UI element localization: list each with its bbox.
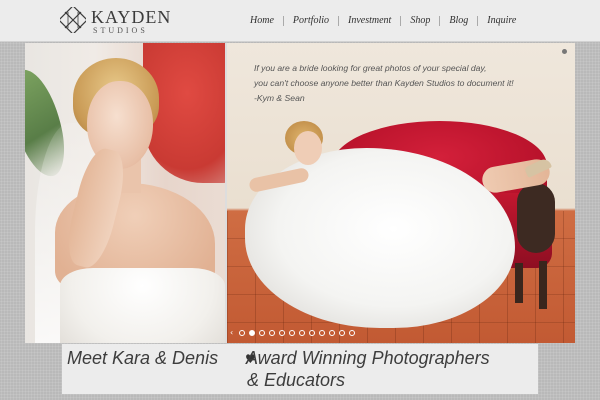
slider-dot[interactable]: [319, 330, 326, 336]
testimonial-quote: If you are a bride looking for great pho…: [254, 61, 575, 106]
bride-portrait-photo: [25, 43, 225, 343]
nav-portfolio[interactable]: Portfolio: [293, 14, 329, 28]
brand-logo[interactable]: KAYDEN STUDIOS: [60, 7, 172, 37]
hero-slider[interactable]: If you are a bride looking for great pho…: [25, 43, 575, 343]
sofa-leg: [539, 261, 547, 309]
main-nav: Home Portfolio Investment Shop Blog Inqu…: [250, 14, 516, 28]
quote-line: you can't choose anyone better than Kayd…: [254, 78, 514, 88]
slider-dot[interactable]: [269, 330, 276, 336]
nav-inquire[interactable]: Inquire: [487, 14, 516, 28]
nav-separator: [439, 16, 441, 26]
quote-line: If you are a bride looking for great pho…: [254, 63, 487, 73]
slider-dot[interactable]: [309, 330, 316, 336]
nav-separator: [477, 16, 479, 26]
tagline-award: Award Winning Photographers: [246, 348, 490, 368]
slider-dot[interactable]: [349, 330, 356, 336]
nav-home[interactable]: Home: [250, 14, 274, 28]
slider-dot[interactable]: [339, 330, 346, 336]
nav-blog[interactable]: Blog: [449, 14, 468, 28]
slider-prev-icon[interactable]: ‹: [230, 329, 233, 337]
face: [294, 131, 322, 165]
slider-dot[interactable]: [329, 330, 336, 336]
brand-subtitle: STUDIOS: [93, 26, 148, 35]
tagline-educators: & Educators: [247, 370, 346, 390]
nav-separator: [338, 16, 340, 26]
slider-indicator-icon: [562, 49, 567, 54]
nav-shop[interactable]: Shop: [410, 14, 430, 28]
brand-name: KAYDEN: [91, 7, 172, 27]
sofa-leg: [515, 263, 523, 303]
slider-pagination: ‹: [230, 329, 359, 337]
quote-author: -Kym & Sean: [254, 93, 305, 103]
site-header: KAYDEN STUDIOS Home Portfolio Investment…: [0, 0, 600, 42]
slider-dot[interactable]: [249, 330, 256, 336]
logo-monogram-icon: [60, 7, 86, 33]
tagline-meet: Meet Kara & Denis: [67, 348, 219, 368]
tagline-banner: Meet Kara & Denis ♥ Award Winning Photog…: [62, 344, 538, 394]
slider-dot[interactable]: [279, 330, 286, 336]
slider-dot[interactable]: [299, 330, 306, 336]
slider-dot[interactable]: [289, 330, 296, 336]
dress: [60, 268, 225, 343]
nav-investment[interactable]: Investment: [348, 14, 391, 28]
nav-separator: [400, 16, 402, 26]
nav-separator: [282, 16, 284, 26]
slider-dot[interactable]: [239, 330, 246, 336]
sofa-arm: [517, 183, 555, 253]
slider-dot[interactable]: [259, 330, 266, 336]
